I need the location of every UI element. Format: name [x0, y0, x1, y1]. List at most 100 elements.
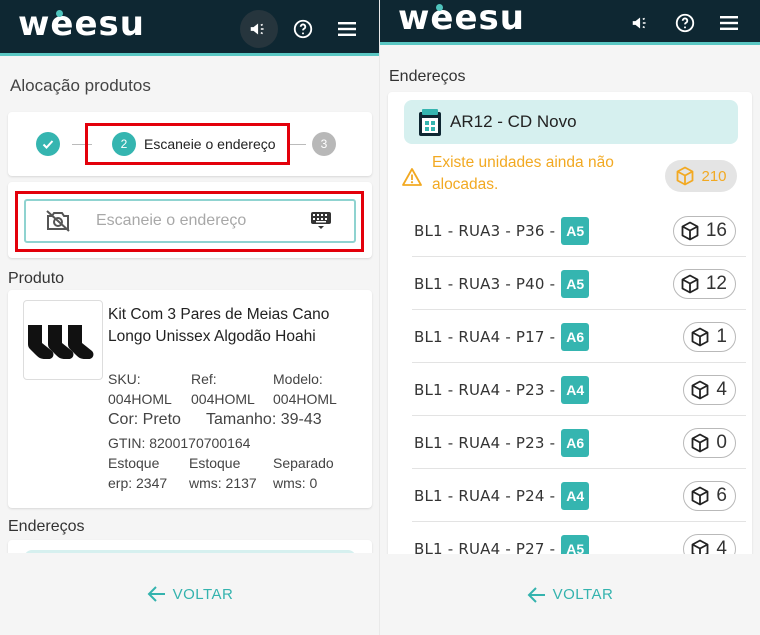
- weesu-logo: weesu: [398, 0, 525, 38]
- left-screen: weesu Alocação produtos 2 Escaneie o end…: [0, 0, 380, 635]
- megaphone-icon: [250, 23, 264, 35]
- help-button[interactable]: [666, 4, 704, 42]
- ref-value: 004HOML: [191, 391, 255, 407]
- arrow-left-icon: [527, 586, 545, 603]
- product-name: Kit Com 3 Pares de Meias Cano Longo Unis…: [108, 306, 330, 345]
- warehouse-header[interactable]: AR12 - CD Novo: [404, 100, 738, 144]
- check-icon: [42, 140, 54, 149]
- address-label: BL1 - RUA3 - P40 -: [414, 274, 556, 293]
- addresses-section-title: Endereços: [389, 68, 466, 85]
- zone-badge: A6: [561, 428, 590, 457]
- box-icon: [677, 166, 694, 186]
- address-row[interactable]: BL1 - RUA3 - P40 - A5 12: [412, 258, 746, 310]
- socks-image: [28, 325, 94, 359]
- quantity-badge: 12: [672, 268, 736, 299]
- hamburger-icon: [720, 16, 738, 30]
- footer: VOLTAR: [0, 553, 380, 635]
- right-screen: weesu Endereços AR12 - CD Novo Existe un…: [380, 0, 760, 635]
- highlight-box: [85, 123, 290, 165]
- quantity-value: 6: [716, 484, 727, 506]
- sku-label: SKU:: [108, 371, 141, 387]
- model-label: Modelo:: [273, 371, 323, 387]
- box-icon: [681, 221, 699, 240]
- stock-wms-value: wms: 2137: [189, 475, 257, 491]
- stock-erp-label: Estoque: [108, 455, 160, 471]
- product-section-title: Produto: [8, 270, 65, 287]
- highlight-box: [15, 191, 364, 252]
- separated-value: wms: 0: [273, 475, 318, 491]
- box-icon: [692, 327, 709, 346]
- address-row[interactable]: BL1 - RUA4 - P23 - A6 0: [412, 417, 746, 469]
- color-value: Cor: Preto: [108, 411, 181, 428]
- sku-value: 004HOML: [108, 391, 172, 407]
- footer: VOLTAR: [380, 554, 760, 635]
- zone-badge: A4: [561, 481, 590, 510]
- model-value: 004HOML: [273, 391, 337, 407]
- product-image: [23, 300, 103, 380]
- logo-dot: [436, 4, 443, 11]
- quantity-value: 1: [716, 325, 727, 347]
- address-row[interactable]: BL1 - RUA4 - P23 - A4 4: [412, 364, 746, 416]
- unallocated-badge: 210: [665, 160, 737, 192]
- address-row[interactable]: BL1 - RUA4 - P17 - A6 1: [412, 311, 746, 363]
- addresses-section-title: Endereços: [8, 518, 85, 535]
- quantity-value: 4: [716, 378, 727, 400]
- back-label: VOLTAR: [552, 586, 614, 603]
- unallocated-count: 210: [701, 167, 727, 185]
- menu-button[interactable]: [328, 10, 366, 48]
- zone-badge: A5: [561, 269, 590, 298]
- address-label: BL1 - RUA3 - P36 -: [414, 221, 556, 240]
- unallocated-warning: Existe unidades ainda não alocadas.: [432, 154, 614, 193]
- address-row[interactable]: BL1 - RUA3 - P36 - A5 16: [412, 205, 746, 257]
- page-title: Alocação produtos: [10, 76, 151, 95]
- stock-erp-value: erp: 2347: [108, 475, 168, 491]
- warning-icon: [402, 168, 422, 186]
- ref-label: Ref:: [191, 371, 217, 387]
- quantity-badge: 0: [683, 427, 736, 458]
- product-card: Kit Com 3 Pares de Meias Cano Longo Unis…: [8, 290, 372, 508]
- box-icon: [681, 274, 699, 293]
- address-label: BL1 - RUA4 - P23 -: [414, 380, 556, 399]
- zone-badge: A4: [561, 375, 590, 404]
- announcement-button[interactable]: [240, 10, 278, 48]
- quantity-badge: 1: [683, 321, 736, 352]
- warehouse-icon: [419, 109, 441, 136]
- back-button[interactable]: VOLTAR: [147, 585, 234, 603]
- announcement-button[interactable]: [622, 4, 660, 42]
- top-bar: weesu: [380, 0, 760, 45]
- quantity-badge: 4: [683, 374, 736, 405]
- step-connector: [290, 144, 306, 145]
- warehouse-name: AR12 - CD Novo: [450, 112, 577, 131]
- stock-wms-label: Estoque: [189, 455, 241, 471]
- quantity-badge: 6: [683, 480, 736, 511]
- address-label: BL1 - RUA4 - P17 -: [414, 327, 556, 346]
- menu-button[interactable]: [710, 4, 748, 42]
- quantity-value: 12: [705, 272, 727, 294]
- help-icon: [293, 19, 313, 39]
- back-label: VOLTAR: [172, 585, 234, 603]
- help-button[interactable]: [284, 10, 322, 48]
- hamburger-icon: [338, 22, 356, 36]
- megaphone-icon: [632, 17, 646, 29]
- logo-dot: [56, 10, 63, 17]
- box-icon: [692, 380, 709, 399]
- step3-number[interactable]: 3: [312, 132, 336, 156]
- arrow-left-icon: [147, 586, 165, 602]
- box-icon: [692, 433, 709, 452]
- quantity-badge: 16: [672, 215, 736, 246]
- step1-done[interactable]: [36, 132, 60, 156]
- address-label: BL1 - RUA4 - P23 -: [414, 433, 556, 452]
- addresses-card: AR12 - CD Novo Existe unidades ainda não…: [388, 92, 752, 575]
- separated-label: Separado: [273, 455, 334, 471]
- gtin-value: GTIN: 8200170700164: [108, 435, 251, 451]
- size-value: Tamanho: 39-43: [206, 411, 322, 428]
- quantity-value: 16: [705, 219, 727, 241]
- quantity-value: 0: [716, 431, 727, 453]
- box-icon: [692, 486, 709, 505]
- zone-badge: A5: [561, 216, 590, 245]
- weesu-logo: weesu: [18, 4, 145, 44]
- address-label: BL1 - RUA4 - P24 -: [414, 486, 556, 505]
- back-button[interactable]: VOLTAR: [527, 586, 614, 604]
- address-row[interactable]: BL1 - RUA4 - P24 - A4 6: [412, 470, 746, 522]
- help-icon: [675, 13, 695, 33]
